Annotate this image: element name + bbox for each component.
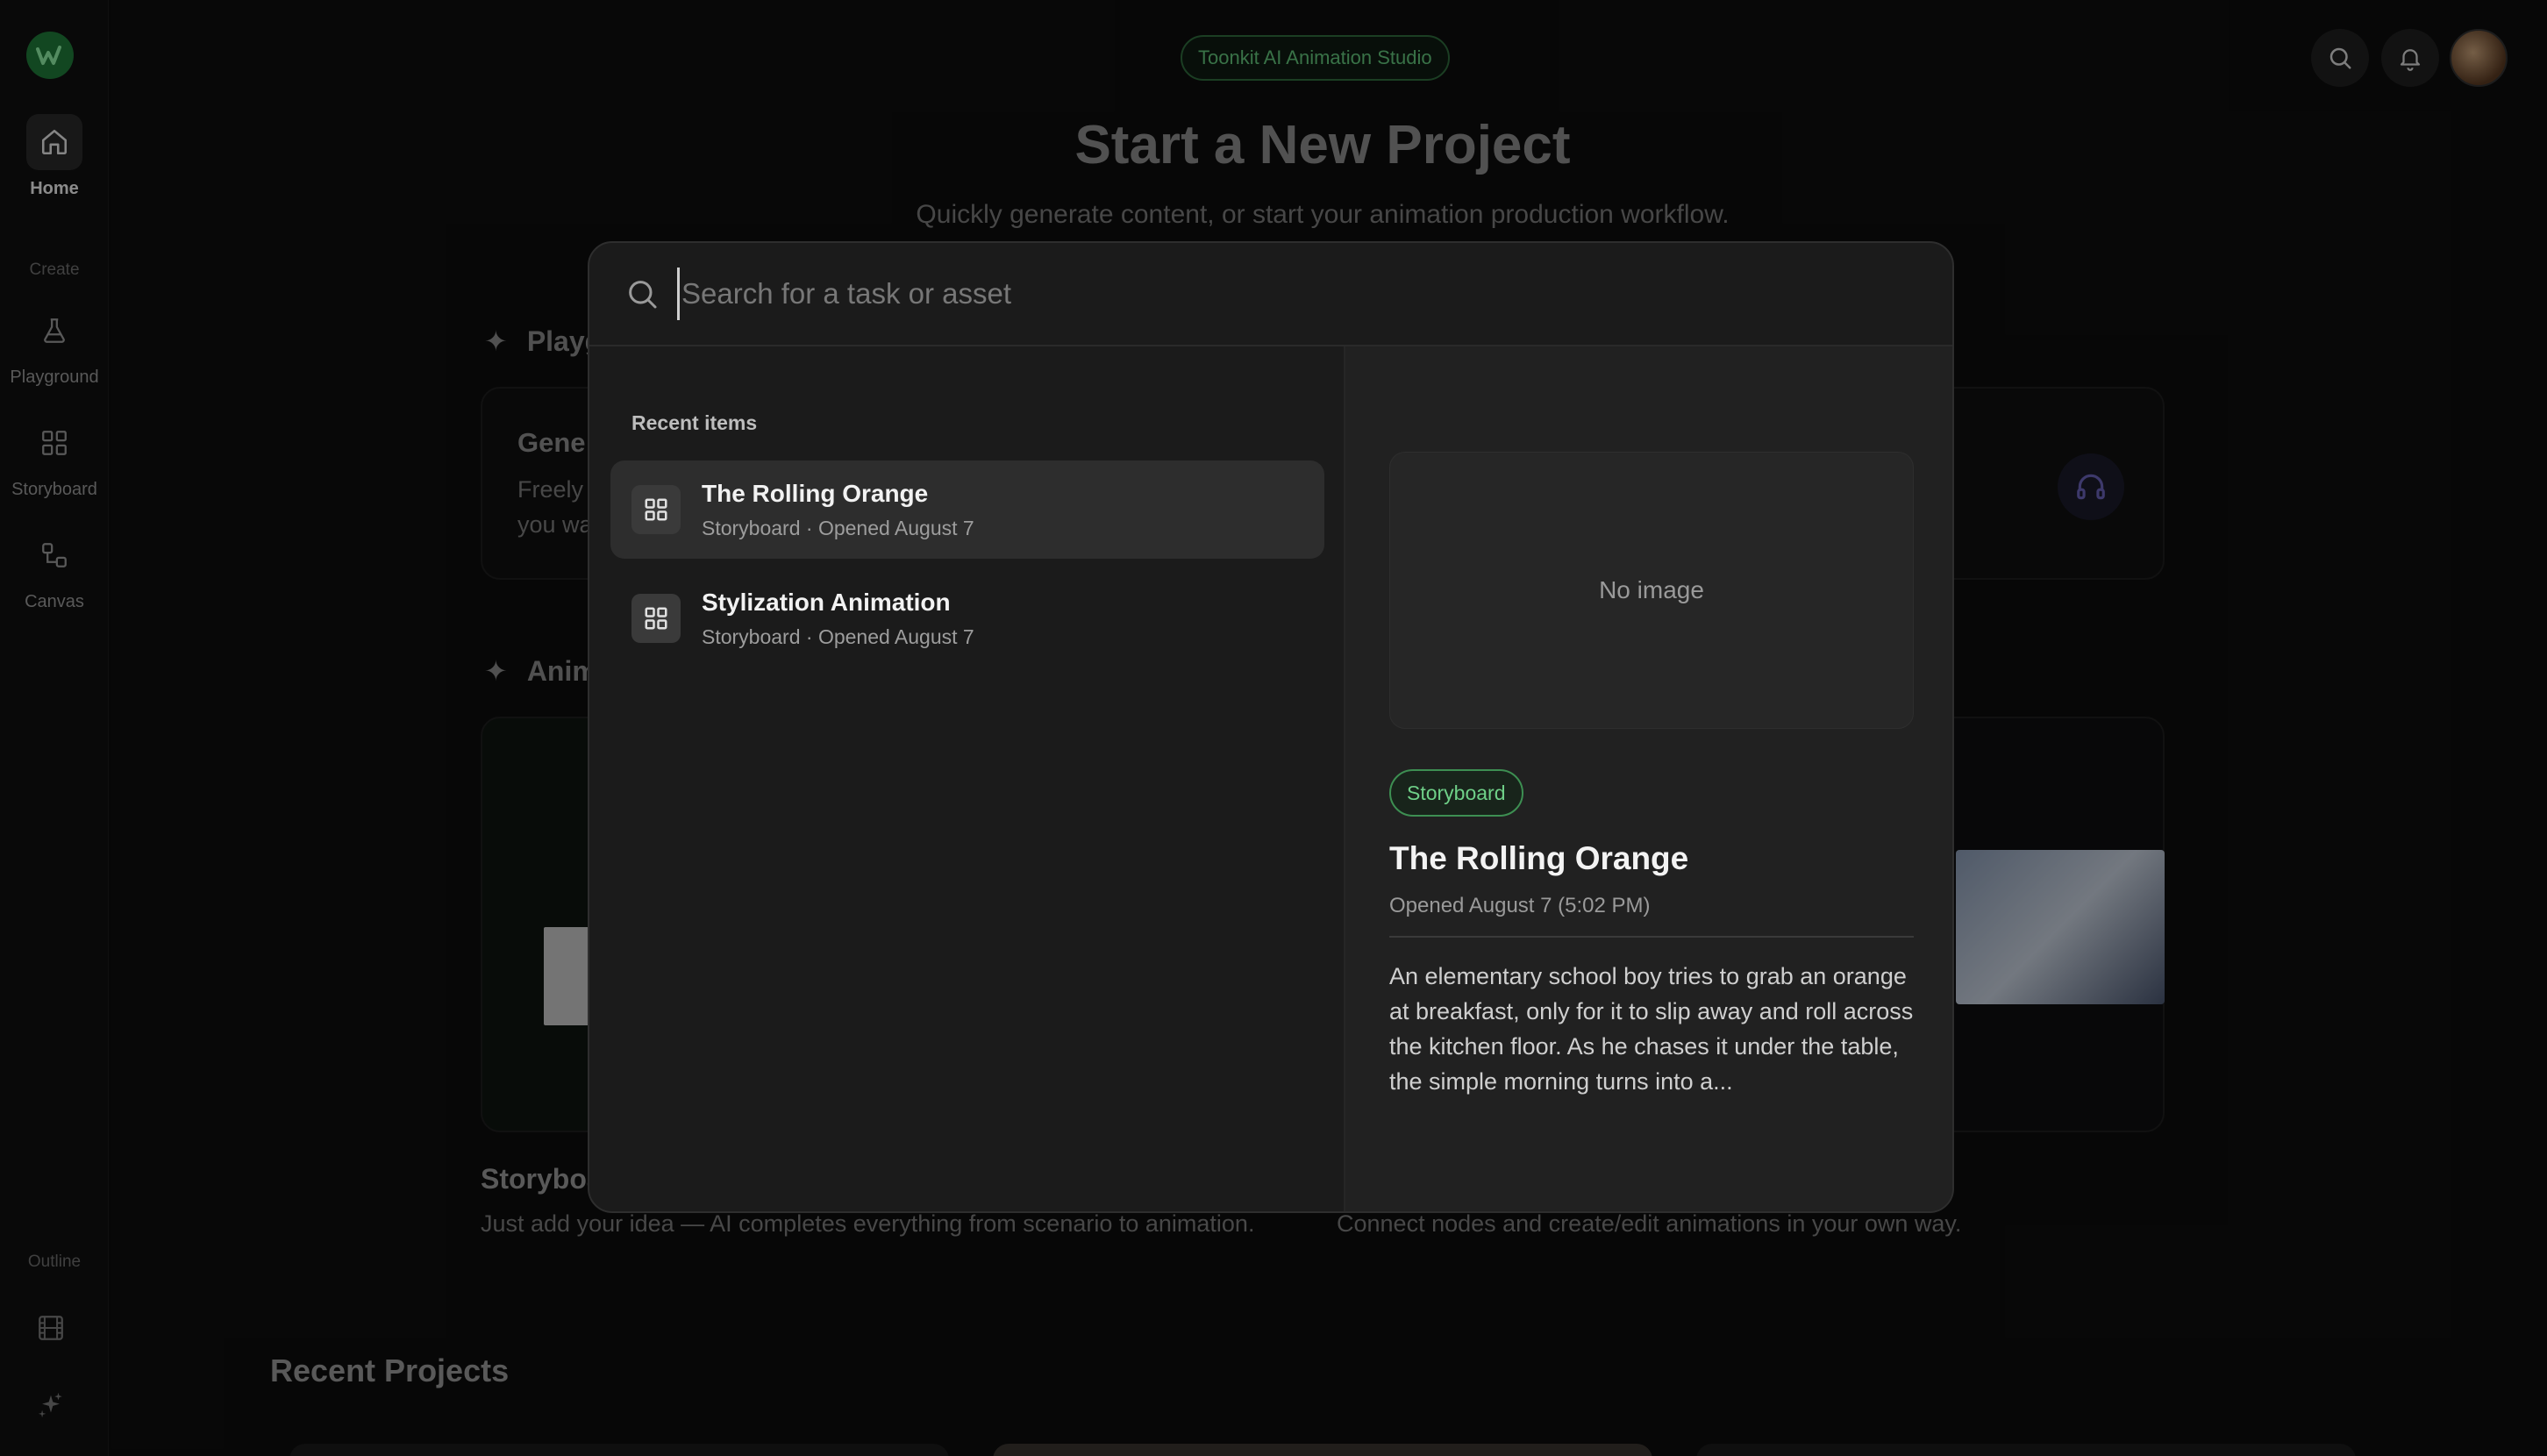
search-bar [589,243,1952,346]
grid-icon [631,594,681,643]
grid-icon [631,485,681,534]
list-item-title: The Rolling Orange [702,480,929,507]
list-item[interactable]: Stylization Animation Storyboard · Opene… [610,569,1324,667]
list-item-meta: Storyboard · Opened August 7 [702,517,974,539]
divider [1389,936,1914,938]
recent-items-label: Recent items [631,411,758,434]
preview-description: An elementary school boy tries to grab a… [1389,963,1914,1095]
results-pane: Recent items The Rolling Orange Storyboa… [589,346,1344,1211]
search-icon [629,281,657,309]
search-input[interactable] [677,268,1905,320]
list-item-title: Stylization Animation [702,589,951,616]
list-item[interactable]: The Rolling Orange Storyboard · Opened A… [610,460,1324,559]
list-item-meta: Storyboard · Opened August 7 [702,625,974,648]
preview-image-placeholder: No image [1389,452,1914,729]
preview-title: The Rolling Orange [1389,840,1689,876]
preview-pane: No image Storyboard The Rolling Orange O… [1344,346,1952,1211]
preview-opened-time: Opened August 7 (5:02 PM) [1389,894,1651,917]
type-badge: Storyboard [1389,769,1523,817]
command-palette: Recent items The Rolling Orange Storyboa… [588,241,1954,1213]
